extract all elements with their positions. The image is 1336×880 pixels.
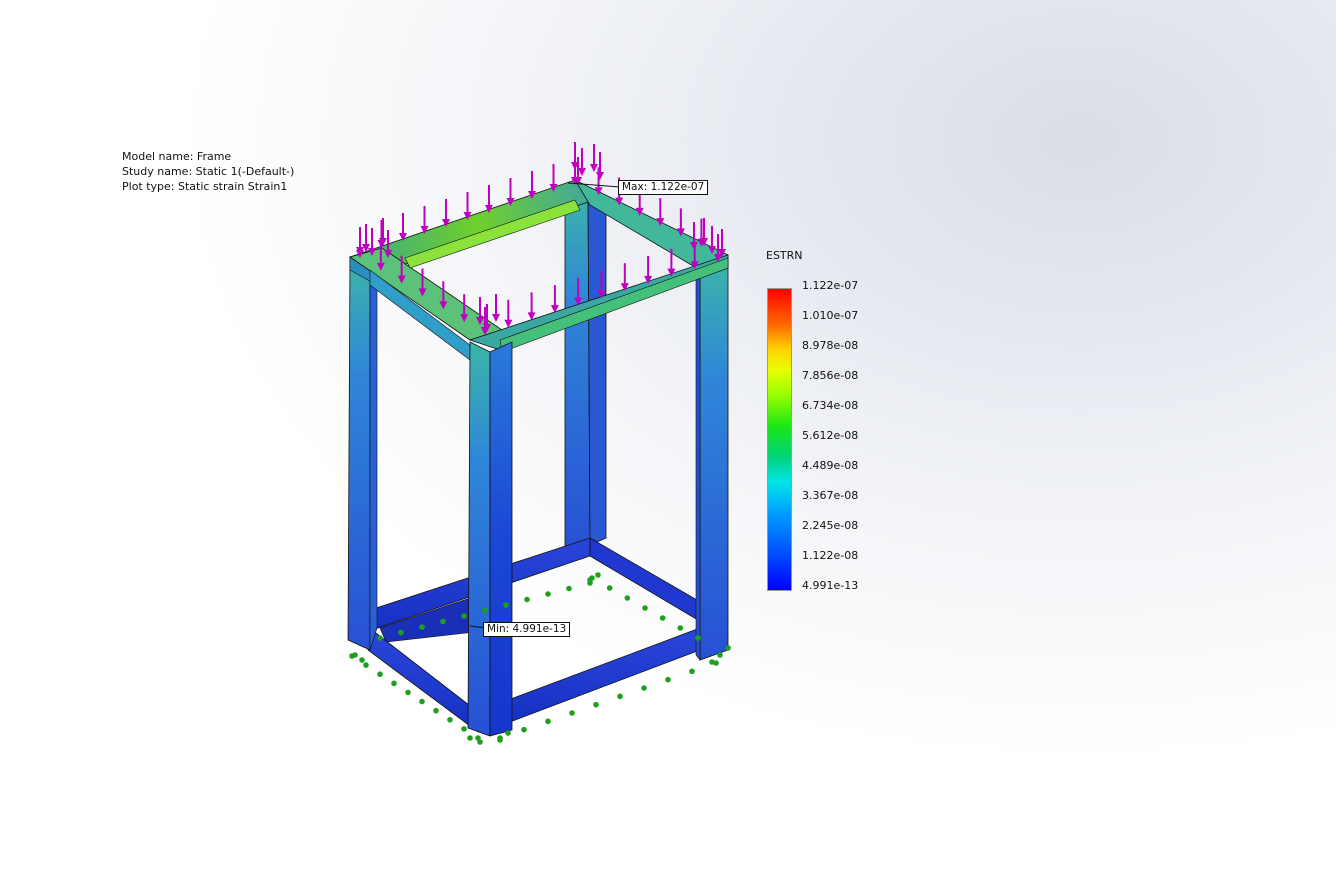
load-arrow-icon [527,292,536,321]
frame-post-front [467,341,513,737]
fixture-icon [695,635,701,641]
fixture-icon [709,659,715,665]
fixture-icon [497,737,503,743]
legend-label: 3.367e-08 [802,489,859,502]
frame-post-right [695,257,729,661]
fixture-icon [447,716,453,723]
fixture-icon [642,605,648,611]
load-arrow-icon [596,152,604,180]
fixture-icon [659,615,666,621]
legend-label: 1.122e-08 [802,549,859,562]
fixture-icon [677,625,684,631]
fixture-icon [391,680,397,687]
fixture-icon [593,701,599,708]
legend-label: 2.245e-08 [802,519,859,532]
fixture-icon [398,629,404,636]
fixture-icon [363,662,369,668]
fixture-icon [566,585,572,592]
fixture-icon [419,698,425,705]
legend-label: 5.612e-08 [802,429,859,442]
fixture-icon [440,618,446,625]
legend-label: 7.856e-08 [802,369,859,382]
fixture-icon [689,668,695,675]
fixture-icon [606,585,613,591]
fixture-icon [503,602,509,608]
fixture-icon [587,577,593,583]
fixture-icon [419,624,425,630]
fixture-icon [461,726,467,732]
legend-label: 1.122e-07 [802,279,859,292]
legend-color-bar [767,288,792,591]
fixture-icon [482,607,488,614]
load-arrow-icon [504,299,513,328]
fixture-icon [477,739,483,745]
fixture-icon [624,595,631,601]
load-arrow-icon [492,294,500,322]
fixture-icon [377,671,383,678]
fixture-icon [359,657,365,663]
load-arrow-icon [620,263,629,292]
fixture-icon [521,726,527,733]
fixture-icon [641,685,647,691]
legend-title: ESTRN [766,249,803,262]
load-arrow-icon [578,148,586,176]
fixture-icon [545,718,551,725]
fixture-icon [524,596,530,603]
fixture-icon [461,613,467,619]
fixture-icon [505,730,511,736]
fixture-icon [352,652,358,658]
frame-post-back [564,191,607,553]
fixture-icon [467,735,473,741]
legend-label: 4.489e-08 [802,459,859,472]
legend-label: 4.991e-13 [802,579,859,592]
load-arrow-icon [644,255,653,284]
fixture-icon [569,710,575,716]
min-label: Min: 4.991e-13 [483,622,571,637]
load-arrow-icon [399,213,407,241]
fixture-icon [725,645,731,651]
load-arrow-icon [420,206,429,234]
max-label: Max: 1.122e-07 [618,180,709,195]
fixture-icon [617,693,623,700]
load-arrow-icon [550,285,559,314]
fixture-icon [405,689,411,696]
frame-post-left [347,256,378,651]
fixture-icon [665,676,671,683]
legend-label: 1.010e-07 [802,309,859,322]
legend-label: 8.978e-08 [802,339,859,352]
fixture-icon [377,635,383,641]
legend-label: 6.734e-08 [802,399,859,412]
load-arrow-icon [590,144,598,172]
fixture-icon [717,652,723,658]
fixture-icon [545,591,551,597]
fixture-icon [595,572,601,578]
model-viewport[interactable] [0,0,1336,880]
fixture-icon [433,707,439,714]
